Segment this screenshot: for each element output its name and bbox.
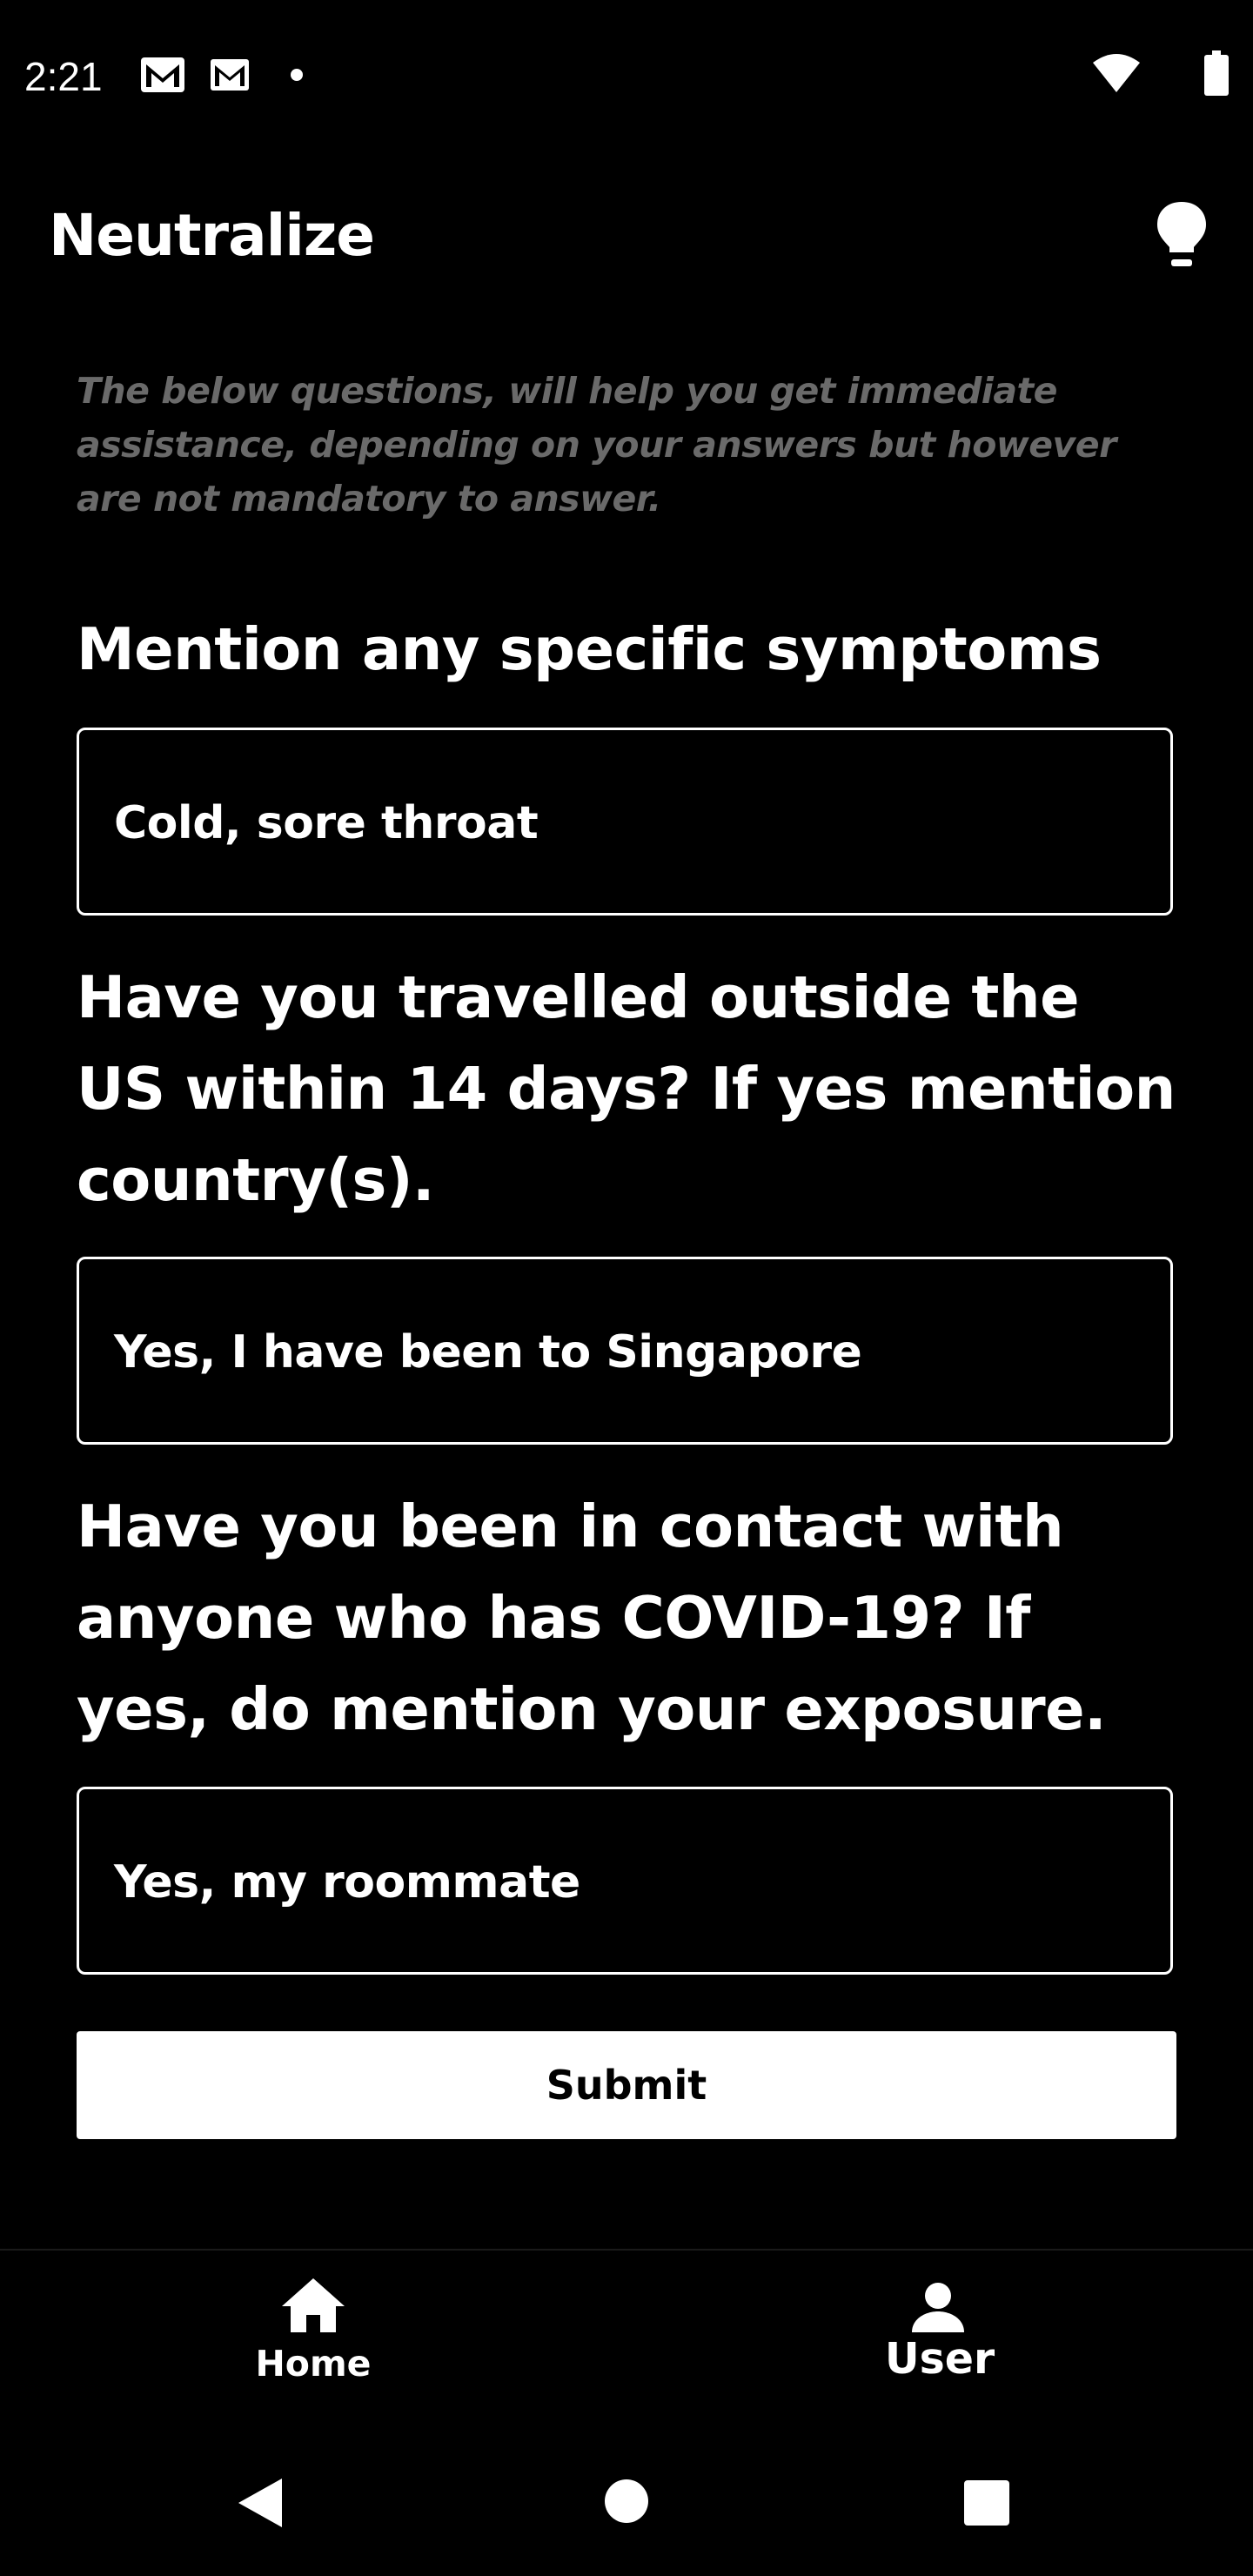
home-icon	[280, 2277, 346, 2338]
notification-dot-icon	[290, 68, 304, 85]
travel-input[interactable]: Yes, I have been to Singapore	[77, 1257, 1173, 1445]
nav-label-user: User	[884, 2334, 995, 2384]
system-navigation-bar	[0, 2451, 1253, 2576]
symptoms-input-value: Cold, sore throat	[114, 797, 539, 849]
bottom-navigation: Home User	[0, 2249, 1253, 2452]
recents-icon[interactable]	[964, 2480, 1009, 2529]
contact-input[interactable]: Yes, my roommate	[77, 1787, 1173, 1975]
submit-button[interactable]: Submit	[77, 2031, 1176, 2139]
nav-item-user[interactable]: User	[626, 2251, 1253, 2452]
back-icon[interactable]	[237, 2477, 284, 2532]
gmail-icon	[139, 56, 186, 97]
status-bar: 2:21	[0, 0, 1253, 148]
lightbulb-icon	[1149, 202, 1215, 277]
gmail-icon	[209, 57, 251, 96]
nav-label-home: Home	[255, 2343, 372, 2385]
person-icon	[910, 2282, 966, 2338]
submit-button-label: Submit	[546, 2062, 707, 2109]
status-time: 2:21	[24, 54, 103, 99]
nav-item-home[interactable]: Home	[0, 2251, 626, 2452]
symptoms-input[interactable]: Cold, sore throat	[77, 728, 1173, 916]
lightbulb-button[interactable]	[1149, 198, 1215, 273]
question-travel-label: Have you travelled outside the US within…	[77, 963, 1176, 1214]
travel-input-value: Yes, I have been to Singapore	[114, 1326, 862, 1379]
question-symptoms-label: Mention any specific symptoms	[77, 615, 1102, 683]
wifi-icon	[1091, 52, 1142, 97]
form-note: The below questions, will help you get i…	[77, 370, 1116, 520]
battery-icon	[1204, 50, 1229, 99]
app-title: Neutralize	[49, 202, 375, 269]
contact-input-value: Yes, my roommate	[114, 1856, 580, 1909]
question-contact-label: Have you been in contact with anyone who…	[77, 1493, 1107, 1743]
home-circle-icon[interactable]	[604, 2479, 649, 2527]
